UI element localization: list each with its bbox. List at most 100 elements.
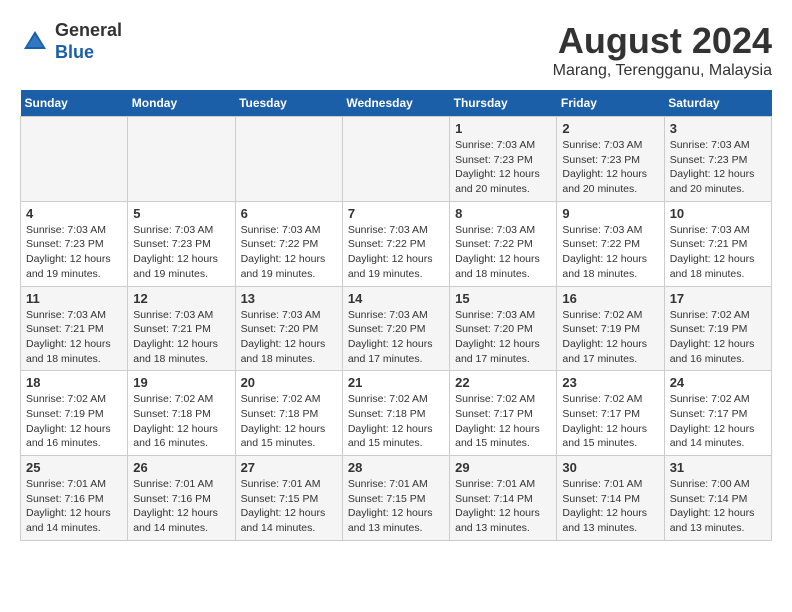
day-number: 11 [26, 291, 122, 306]
day-number: 26 [133, 460, 229, 475]
calendar-header: SundayMondayTuesdayWednesdayThursdayFrid… [21, 90, 772, 117]
day-info: Sunrise: 7:02 AMSunset: 7:17 PMDaylight:… [670, 392, 766, 451]
day-cell: 30 Sunrise: 7:01 AMSunset: 7:14 PMDayligh… [557, 456, 664, 541]
day-cell: 20Sunrise: 7:02 AMSunset: 7:18 PMDayligh… [235, 371, 342, 456]
day-cell: 3Sunrise: 7:03 AMSunset: 7:23 PMDaylight… [664, 117, 771, 202]
day-number: 15 [455, 291, 551, 306]
day-cell: 15 Sunrise: 7:03 AMSunset: 7:20 PMDayligh… [450, 286, 557, 371]
day-info: Sunrise: 7:02 AMSunset: 7:17 PMDaylight:… [562, 392, 658, 451]
day-info: Sunrise: 7:03 AMSunset: 7:21 PMDaylight:… [670, 223, 766, 282]
day-info: Sunrise: 7:01 AMSunset: 7:15 PMDaylight:… [348, 477, 444, 536]
day-info: Sunrise: 7:03 AMSunset: 7:21 PMDaylight:… [133, 308, 229, 367]
day-number: 23 [562, 375, 658, 390]
week-row-1: 1Sunrise: 7:03 AMSunset: 7:23 PMDaylight… [21, 117, 772, 202]
day-cell [21, 117, 128, 202]
day-number: 21 [348, 375, 444, 390]
logo-general-text: General [55, 20, 122, 40]
day-cell: 28 Sunrise: 7:01 AMSunset: 7:15 PMDayligh… [342, 456, 449, 541]
day-number: 6 [241, 206, 337, 221]
day-cell: 21 Sunrise: 7:02 AMSunset: 7:18 PMDayligh… [342, 371, 449, 456]
day-number: 9 [562, 206, 658, 221]
day-cell: 25 Sunrise: 7:01 AMSunset: 7:16 PMDayligh… [21, 456, 128, 541]
day-number: 4 [26, 206, 122, 221]
day-cell: 9 Sunrise: 7:03 AMSunset: 7:22 PMDaylight… [557, 201, 664, 286]
day-info: Sunrise: 7:03 AMSunset: 7:20 PMDaylight:… [241, 308, 337, 367]
day-number: 13 [241, 291, 337, 306]
day-info: Sunrise: 7:02 AMSunset: 7:17 PMDaylight:… [455, 392, 551, 451]
day-number: 29 [455, 460, 551, 475]
day-number: 10 [670, 206, 766, 221]
day-number: 28 [348, 460, 444, 475]
day-number: 19 [133, 375, 229, 390]
day-info: Sunrise: 7:01 AMSunset: 7:16 PMDaylight:… [26, 477, 122, 536]
header-cell-monday: Monday [128, 90, 235, 117]
day-cell: 5 Sunrise: 7:03 AMSunset: 7:23 PMDaylight… [128, 201, 235, 286]
day-number: 18 [26, 375, 122, 390]
day-number: 24 [670, 375, 766, 390]
logo-icon [20, 27, 50, 57]
day-info: Sunrise: 7:03 AMSunset: 7:23 PMDaylight:… [562, 138, 658, 197]
day-number: 14 [348, 291, 444, 306]
day-cell: 13 Sunrise: 7:03 AMSunset: 7:20 PMDayligh… [235, 286, 342, 371]
day-cell: 14Sunrise: 7:03 AMSunset: 7:20 PMDayligh… [342, 286, 449, 371]
day-info: Sunrise: 7:03 AMSunset: 7:23 PMDaylight:… [455, 138, 551, 197]
day-number: 2 [562, 121, 658, 136]
day-cell: 12 Sunrise: 7:03 AMSunset: 7:21 PMDayligh… [128, 286, 235, 371]
day-number: 12 [133, 291, 229, 306]
day-cell [128, 117, 235, 202]
day-info: Sunrise: 7:03 AMSunset: 7:23 PMDaylight:… [670, 138, 766, 197]
day-cell: 18 Sunrise: 7:02 AMSunset: 7:19 PMDayligh… [21, 371, 128, 456]
day-info: Sunrise: 7:03 AMSunset: 7:22 PMDaylight:… [348, 223, 444, 282]
calendar-body: 1Sunrise: 7:03 AMSunset: 7:23 PMDaylight… [21, 117, 772, 541]
day-info: Sunrise: 7:01 AMSunset: 7:16 PMDaylight:… [133, 477, 229, 536]
day-cell: 22 Sunrise: 7:02 AMSunset: 7:17 PMDayligh… [450, 371, 557, 456]
header-cell-saturday: Saturday [664, 90, 771, 117]
day-info: Sunrise: 7:03 AMSunset: 7:20 PMDaylight:… [455, 308, 551, 367]
title-block: August 2024 Marang, Terengganu, Malaysia [553, 20, 772, 80]
logo-blue-text: Blue [55, 42, 94, 62]
day-number: 20 [241, 375, 337, 390]
day-cell: 17 Sunrise: 7:02 AMSunset: 7:19 PMDayligh… [664, 286, 771, 371]
day-number: 30 [562, 460, 658, 475]
main-title: August 2024 [553, 20, 772, 62]
day-cell: 23 Sunrise: 7:02 AMSunset: 7:17 PMDayligh… [557, 371, 664, 456]
day-number: 5 [133, 206, 229, 221]
day-info: Sunrise: 7:01 AMSunset: 7:14 PMDaylight:… [562, 477, 658, 536]
day-cell: 24 Sunrise: 7:02 AMSunset: 7:17 PMDayligh… [664, 371, 771, 456]
day-info: Sunrise: 7:03 AMSunset: 7:21 PMDaylight:… [26, 308, 122, 367]
day-cell: 19 Sunrise: 7:02 AMSunset: 7:18 PMDayligh… [128, 371, 235, 456]
day-info: Sunrise: 7:02 AMSunset: 7:18 PMDaylight:… [348, 392, 444, 451]
day-info: Sunrise: 7:02 AMSunset: 7:18 PMDaylight:… [133, 392, 229, 451]
day-cell: 11 Sunrise: 7:03 AMSunset: 7:21 PMDayligh… [21, 286, 128, 371]
day-number: 17 [670, 291, 766, 306]
day-cell: 16Sunrise: 7:02 AMSunset: 7:19 PMDayligh… [557, 286, 664, 371]
day-number: 31 [670, 460, 766, 475]
page-header: General Blue August 2024 Marang, Terengg… [20, 20, 772, 80]
day-cell: 26 Sunrise: 7:01 AMSunset: 7:16 PMDayligh… [128, 456, 235, 541]
day-info: Sunrise: 7:03 AMSunset: 7:23 PMDaylight:… [133, 223, 229, 282]
day-info: Sunrise: 7:02 AMSunset: 7:19 PMDaylight:… [26, 392, 122, 451]
week-row-3: 11 Sunrise: 7:03 AMSunset: 7:21 PMDayligh… [21, 286, 772, 371]
day-cell [342, 117, 449, 202]
day-info: Sunrise: 7:03 AMSunset: 7:22 PMDaylight:… [241, 223, 337, 282]
header-cell-wednesday: Wednesday [342, 90, 449, 117]
day-cell: 1Sunrise: 7:03 AMSunset: 7:23 PMDaylight… [450, 117, 557, 202]
calendar-table: SundayMondayTuesdayWednesdayThursdayFrid… [20, 90, 772, 541]
day-number: 25 [26, 460, 122, 475]
header-cell-tuesday: Tuesday [235, 90, 342, 117]
header-row: SundayMondayTuesdayWednesdayThursdayFrid… [21, 90, 772, 117]
day-info: Sunrise: 7:03 AMSunset: 7:22 PMDaylight:… [455, 223, 551, 282]
day-info: Sunrise: 7:01 AMSunset: 7:14 PMDaylight:… [455, 477, 551, 536]
day-number: 27 [241, 460, 337, 475]
day-info: Sunrise: 7:02 AMSunset: 7:19 PMDaylight:… [670, 308, 766, 367]
day-cell: 6 Sunrise: 7:03 AMSunset: 7:22 PMDaylight… [235, 201, 342, 286]
day-cell: 10 Sunrise: 7:03 AMSunset: 7:21 PMDayligh… [664, 201, 771, 286]
logo: General Blue [20, 20, 122, 63]
day-info: Sunrise: 7:03 AMSunset: 7:23 PMDaylight:… [26, 223, 122, 282]
day-number: 16 [562, 291, 658, 306]
day-info: Sunrise: 7:03 AMSunset: 7:22 PMDaylight:… [562, 223, 658, 282]
day-cell: 29 Sunrise: 7:01 AMSunset: 7:14 PMDayligh… [450, 456, 557, 541]
sub-title: Marang, Terengganu, Malaysia [553, 62, 772, 80]
day-number: 22 [455, 375, 551, 390]
day-cell: 2 Sunrise: 7:03 AMSunset: 7:23 PMDaylight… [557, 117, 664, 202]
